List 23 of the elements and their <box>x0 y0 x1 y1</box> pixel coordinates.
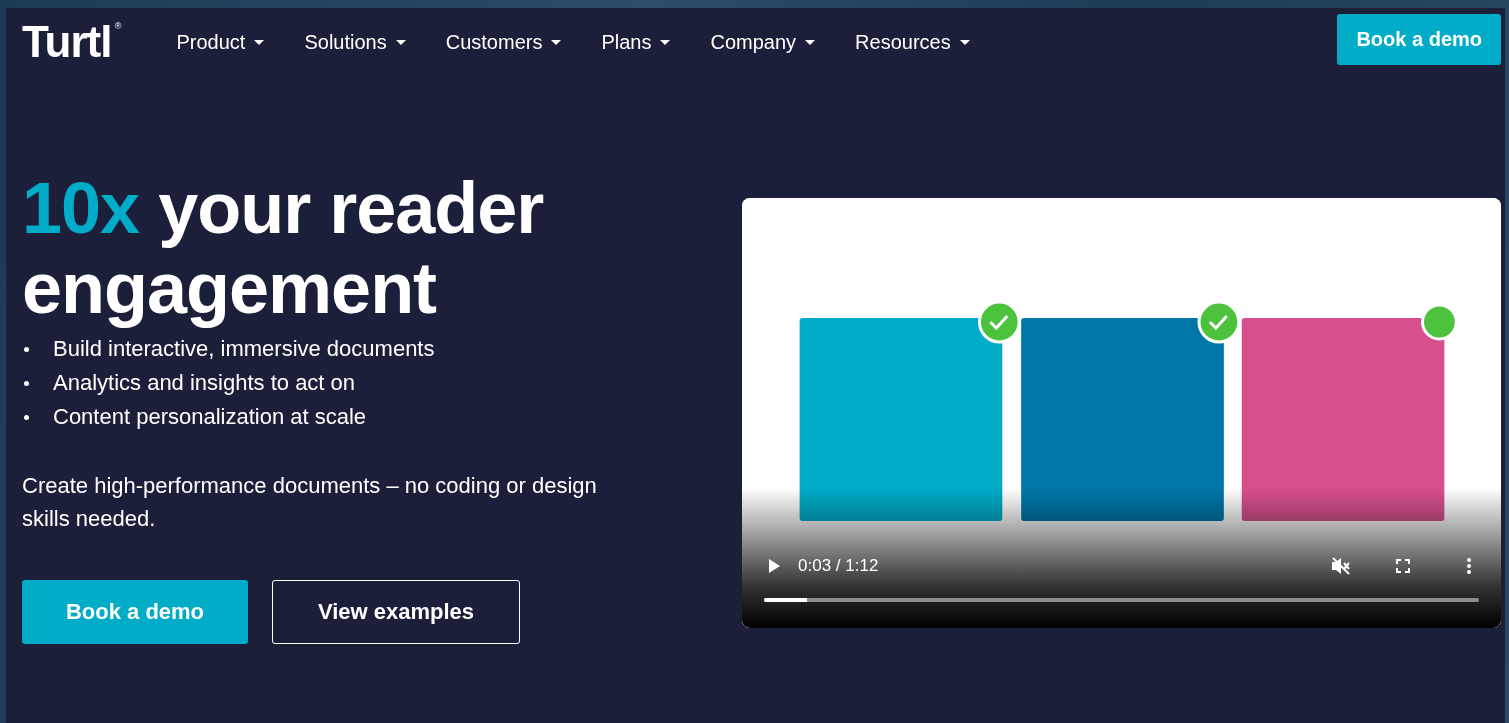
progress-bar[interactable] <box>764 598 1479 602</box>
nav-link[interactable]: Plans <box>601 30 671 54</box>
view-examples-button[interactable]: View examples <box>272 580 520 644</box>
bullet-icon <box>24 380 29 386</box>
play-icon[interactable] <box>768 559 781 573</box>
bullet-icon <box>24 346 29 352</box>
bullet-text: Content personalization at scale <box>53 404 367 430</box>
fullscreen-icon[interactable] <box>1396 559 1410 573</box>
nav-link[interactable]: Company <box>710 30 816 54</box>
nav-link[interactable]: Solutions <box>304 30 406 54</box>
bullet-text: Analytics and insights to act on <box>53 370 356 396</box>
nav-link[interactable]: Product <box>176 30 265 54</box>
hero-heading: 10x your reader engagement <box>22 168 545 330</box>
video-time: 0:03 / 1:12 <box>798 556 879 576</box>
description-text: Create high-performance documents – no coding or design skills needed. <box>22 472 598 533</box>
video-player[interactable]: 0:03 / 1:12 <box>742 198 1501 628</box>
bullet-icon <box>24 414 29 420</box>
nav-link[interactable]: Resources <box>855 30 970 54</box>
more-options-icon[interactable] <box>1467 558 1471 574</box>
nav-link[interactable]: Customers <box>445 30 562 54</box>
logo[interactable]: Turtl$^{®}$ <box>22 20 121 64</box>
mute-icon[interactable] <box>1331 556 1351 576</box>
bullet-text: Build interactive, immersive documents <box>53 336 435 362</box>
